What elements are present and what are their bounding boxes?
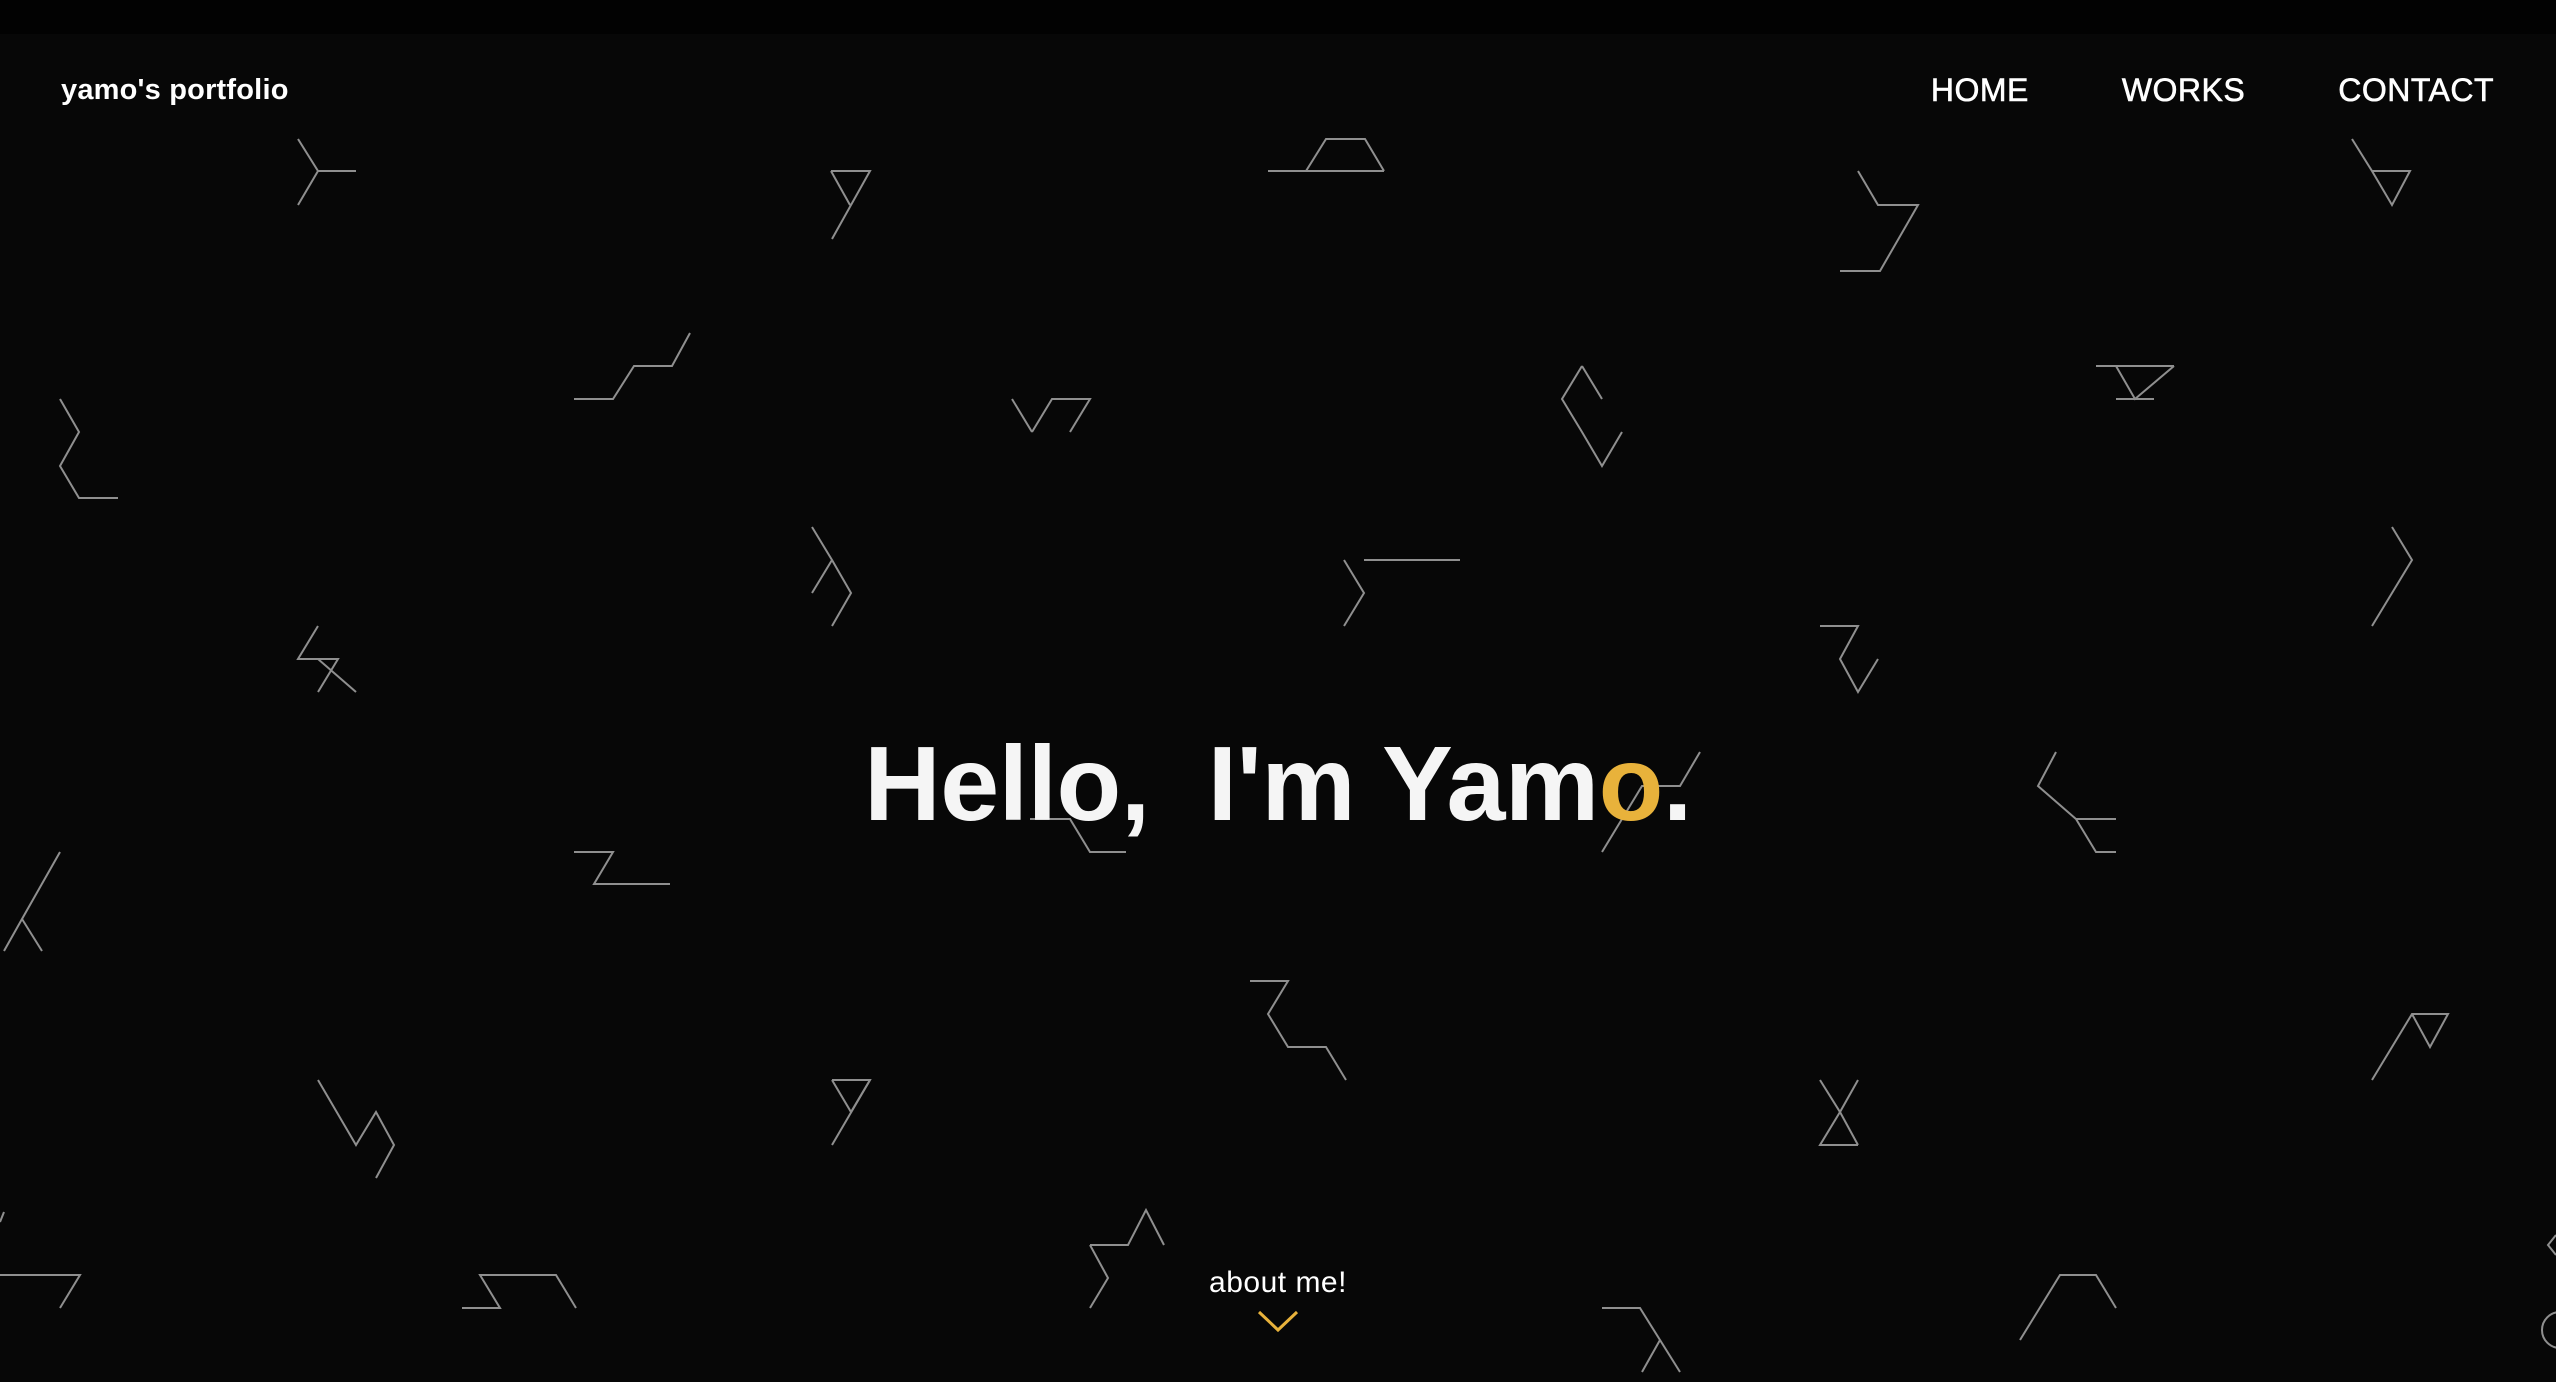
hero-intro: I'm Yam — [1207, 725, 1600, 844]
about-me-label: about me! — [1209, 1266, 1347, 1299]
nav-link-works[interactable]: WORKS — [2122, 72, 2245, 109]
nav-link-home[interactable]: HOME — [1931, 72, 2029, 109]
hero-accent-letter: o — [1598, 725, 1664, 844]
about-me-scroll-link[interactable]: about me! — [0, 1266, 2556, 1334]
partial-circle-icon — [2541, 1311, 2556, 1349]
hero-period: . — [1662, 725, 1692, 844]
hero-greeting: Hello, — [864, 725, 1150, 844]
hero-heading: Hello, I'm Yamo. — [0, 719, 2556, 849]
background-line-pattern — [0, 138, 2556, 1373]
brand-logo-link[interactable]: yamo's portfolio — [61, 74, 289, 107]
nav-link-contact[interactable]: CONTACT — [2338, 72, 2494, 109]
portfolio-page: yamo's portfolio HOME WORKS CONTACT Hell… — [0, 0, 2556, 1382]
main-nav: HOME WORKS CONTACT — [1931, 72, 2494, 109]
chevron-down-icon — [1257, 1310, 1299, 1333]
